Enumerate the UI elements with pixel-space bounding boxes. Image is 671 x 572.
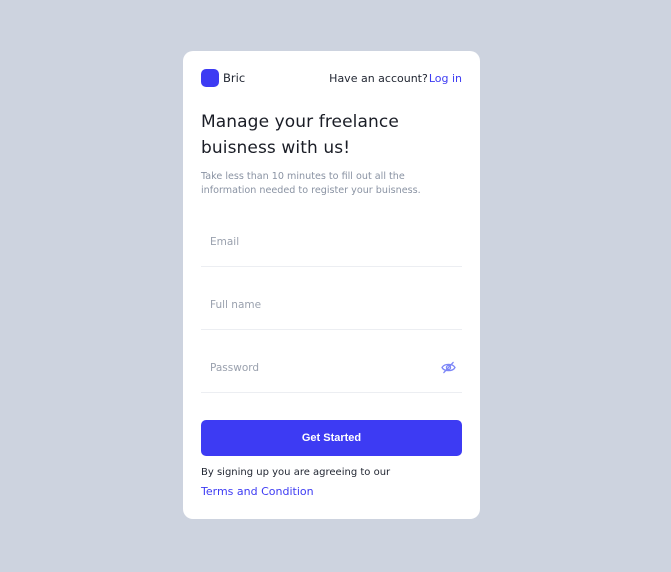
account-prompt-text: Have an account? — [329, 71, 428, 85]
agreement-text: By signing up you are agreeing to our — [201, 467, 391, 478]
terms-link[interactable]: Terms and Condition — [201, 485, 314, 498]
full-name-input[interactable] — [201, 281, 462, 329]
password-field-wrapper — [201, 344, 462, 393]
brand-logo-icon — [201, 69, 219, 87]
account-prompt-row: Have an account?Log in — [329, 72, 462, 85]
page-title: Manage your freelance buisness with us! — [201, 109, 462, 161]
signup-card: Bric Have an account?Log in Manage your … — [183, 51, 480, 519]
eye-off-icon[interactable] — [441, 361, 456, 374]
email-field-wrapper — [201, 218, 462, 267]
title-line-1: Manage your freelance — [201, 112, 399, 132]
login-link[interactable]: Log in — [429, 72, 462, 85]
brand-name: Bric — [223, 71, 246, 85]
page-subtitle: Take less than 10 minutes to fill out al… — [201, 171, 421, 196]
password-input[interactable] — [201, 344, 462, 392]
full-name-field-wrapper — [201, 281, 462, 330]
title-line-2: buisness with us! — [201, 138, 351, 158]
get-started-button[interactable]: Get Started — [201, 420, 462, 456]
brand: Bric — [201, 69, 245, 87]
email-input[interactable] — [201, 218, 462, 266]
card-header: Bric Have an account?Log in — [201, 69, 462, 87]
